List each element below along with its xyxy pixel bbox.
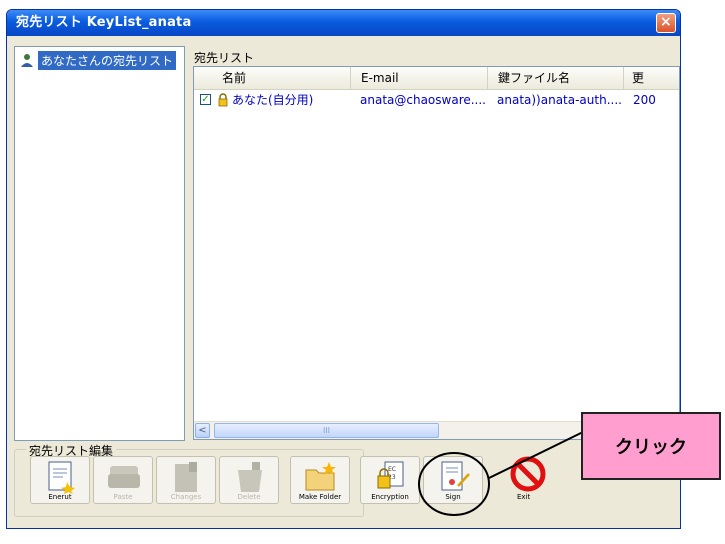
scroll-thumb[interactable]: III xyxy=(214,423,439,438)
encryption-caption: Encryption xyxy=(371,493,409,501)
make-folder-caption: Make Folder xyxy=(298,493,342,501)
row-name: あなた(自分用) xyxy=(232,93,314,107)
column-header-keyfile[interactable]: 鍵ファイル名 xyxy=(488,67,624,89)
row-updated: 200 xyxy=(633,93,656,107)
exit-caption[interactable]: Exit xyxy=(517,493,530,501)
row-keyfile: anata))anata-auth.... xyxy=(497,93,622,107)
svg-text:EC: EC xyxy=(388,466,396,473)
encryption-button[interactable]: EC 23 Encryption xyxy=(360,456,420,504)
tree-item-label: あなたさんの宛先リスト xyxy=(38,50,177,70)
doc-edit-icon xyxy=(175,462,197,492)
changes-caption: Changes xyxy=(170,493,202,501)
sofa-icon xyxy=(108,466,140,488)
tree-panel[interactable]: あなたさんの宛先リスト xyxy=(14,46,185,441)
delete-button[interactable]: Delete xyxy=(219,456,279,504)
title-bar: 宛先リスト KeyList_anata × xyxy=(7,10,680,36)
person-icon xyxy=(21,54,33,67)
sign-caption: Sign xyxy=(445,493,461,501)
new-folder-icon xyxy=(305,462,336,491)
close-icon: × xyxy=(660,14,672,30)
list-header: 名前 E-mail 鍵ファイル名 更 xyxy=(194,67,679,90)
no-entry-icon[interactable] xyxy=(509,455,547,493)
list-row[interactable]: ✓ あなた(自分用) anata@chaosware.... anata))an… xyxy=(194,91,679,109)
lock-icon xyxy=(218,93,228,107)
encryption-icon: EC23 xyxy=(377,461,404,489)
window-title: 宛先リスト KeyList_anata xyxy=(16,15,192,30)
row-email: anata@chaosware.... xyxy=(360,93,486,107)
scroll-left-button[interactable]: < xyxy=(195,423,210,438)
paste-caption: Paste xyxy=(113,493,133,501)
close-button[interactable]: × xyxy=(656,13,676,33)
trash-icon xyxy=(238,462,262,492)
changes-button[interactable]: Changes xyxy=(156,456,216,504)
delete-caption: Delete xyxy=(237,493,261,501)
row-checkbox[interactable]: ✓ xyxy=(200,94,211,105)
column-header-name[interactable]: 名前 xyxy=(194,67,351,89)
click-callout: クリック xyxy=(581,412,721,480)
column-header-updated[interactable]: 更 xyxy=(624,67,679,89)
make-folder-button[interactable]: Make Folder xyxy=(290,456,350,504)
sign-button[interactable]: Sign xyxy=(423,456,483,504)
recipient-list[interactable]: 名前 E-mail 鍵ファイル名 更 ✓ あなた(自分用) anata@chao… xyxy=(193,66,680,440)
new-entry-caption: Enerut xyxy=(48,493,72,501)
new-entry-icon xyxy=(48,461,75,494)
new-entry-button[interactable]: Enerut xyxy=(30,456,90,504)
sign-icon xyxy=(441,461,470,491)
paste-button[interactable]: Paste xyxy=(93,456,153,504)
column-header-email[interactable]: E-mail xyxy=(351,67,488,89)
section-label: 宛先リスト xyxy=(194,51,255,65)
tree-item-my-list[interactable]: あなたさんの宛先リスト xyxy=(20,50,177,70)
